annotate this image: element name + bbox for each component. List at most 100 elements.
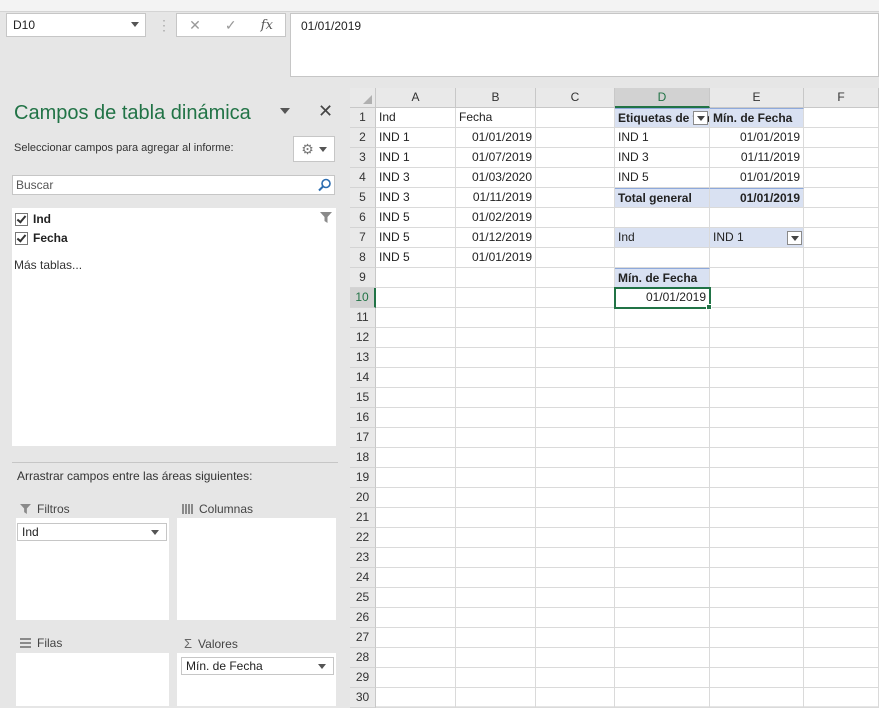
- grid-cell-a26[interactable]: [376, 608, 456, 628]
- row-header-10[interactable]: 10: [350, 288, 376, 308]
- row-header-5[interactable]: 5: [350, 188, 376, 208]
- grid-cell-d24[interactable]: [615, 568, 710, 588]
- grid-cell-d16[interactable]: [615, 408, 710, 428]
- row-header-12[interactable]: 12: [350, 328, 376, 348]
- row-header-22[interactable]: 22: [350, 528, 376, 548]
- grid-cell-f3[interactable]: [804, 148, 879, 168]
- values-item-min-fecha[interactable]: Mín. de Fecha: [181, 657, 334, 675]
- field-item-fecha[interactable]: Fecha: [15, 231, 68, 245]
- grid-cell-c24[interactable]: [536, 568, 615, 588]
- grid-cell-e12[interactable]: [710, 328, 804, 348]
- grid-cell-d21[interactable]: [615, 508, 710, 528]
- row-header-19[interactable]: 19: [350, 468, 376, 488]
- row-header-8[interactable]: 8: [350, 248, 376, 268]
- grid-cell-e9[interactable]: [710, 268, 804, 288]
- grid-cell-b29[interactable]: [456, 668, 536, 688]
- grid-cell-f29[interactable]: [804, 668, 879, 688]
- grid-cell-e18[interactable]: [710, 448, 804, 468]
- grid-cell-e24[interactable]: [710, 568, 804, 588]
- grid-cell-e6[interactable]: [710, 208, 804, 228]
- rows-area[interactable]: [16, 653, 169, 706]
- cell-a3[interactable]: IND 1: [376, 148, 456, 168]
- grid-cell-c26[interactable]: [536, 608, 615, 628]
- grid-cell-f21[interactable]: [804, 508, 879, 528]
- grid-cell-c30[interactable]: [536, 688, 615, 708]
- cell-b6[interactable]: 01/02/2019: [456, 208, 536, 228]
- grid-cell-a20[interactable]: [376, 488, 456, 508]
- grid-cell-e10[interactable]: [710, 288, 804, 308]
- grid-cell-b14[interactable]: [456, 368, 536, 388]
- filter-dropdown-icon[interactable]: [787, 231, 802, 245]
- grid-cell-e28[interactable]: [710, 648, 804, 668]
- row-header-4[interactable]: 4: [350, 168, 376, 188]
- grid-cell-f13[interactable]: [804, 348, 879, 368]
- grid-cell-b25[interactable]: [456, 588, 536, 608]
- cell-a5[interactable]: IND 3: [376, 188, 456, 208]
- grid-cell-d27[interactable]: [615, 628, 710, 648]
- row-header-13[interactable]: 13: [350, 348, 376, 368]
- grid-cell-e23[interactable]: [710, 548, 804, 568]
- grid-cell-f18[interactable]: [804, 448, 879, 468]
- column-header-d[interactable]: D: [615, 88, 710, 108]
- grid-cell-c1[interactable]: [536, 108, 615, 128]
- grid-cell-a15[interactable]: [376, 388, 456, 408]
- grid-cell-c3[interactable]: [536, 148, 615, 168]
- grid-cell-c14[interactable]: [536, 368, 615, 388]
- grid-cell-d22[interactable]: [615, 528, 710, 548]
- row-header-11[interactable]: 11: [350, 308, 376, 328]
- grid-cell-f5[interactable]: [804, 188, 879, 208]
- cell-a8[interactable]: IND 5: [376, 248, 456, 268]
- grid-cell-a23[interactable]: [376, 548, 456, 568]
- chevron-down-icon[interactable]: [693, 111, 708, 125]
- column-header-a[interactable]: A: [376, 88, 456, 108]
- drag-handle-icon[interactable]: ⋮: [157, 18, 171, 34]
- grid-cell-e29[interactable]: [710, 668, 804, 688]
- row-header-27[interactable]: 27: [350, 628, 376, 648]
- grid-cell-e20[interactable]: [710, 488, 804, 508]
- formula-input[interactable]: 01/01/2019: [290, 13, 879, 77]
- pivot-filter-field[interactable]: Ind: [615, 228, 710, 248]
- grid-cell-b26[interactable]: [456, 608, 536, 628]
- grid-cell-f4[interactable]: [804, 168, 879, 188]
- grid-cell-d14[interactable]: [615, 368, 710, 388]
- grid-cell-e27[interactable]: [710, 628, 804, 648]
- checkbox-checked[interactable]: [15, 212, 28, 226]
- grid-cell-a29[interactable]: [376, 668, 456, 688]
- grid-cell-f2[interactable]: [804, 128, 879, 148]
- search-input[interactable]: Buscar: [12, 175, 335, 195]
- pivot-row-value[interactable]: 01/11/2019: [710, 148, 804, 168]
- enter-icon[interactable]: ✓: [225, 17, 237, 34]
- grid-cell-d11[interactable]: [615, 308, 710, 328]
- pivot-value-header[interactable]: Mín. de Fecha: [710, 108, 804, 128]
- grid-cell-c9[interactable]: [536, 268, 615, 288]
- row-header-18[interactable]: 18: [350, 448, 376, 468]
- grid-cell-d18[interactable]: [615, 448, 710, 468]
- grid-cell-b22[interactable]: [456, 528, 536, 548]
- grid-cell-c20[interactable]: [536, 488, 615, 508]
- grid-cell-d23[interactable]: [615, 548, 710, 568]
- cancel-icon[interactable]: ✕: [189, 17, 201, 34]
- grid-cell-a16[interactable]: [376, 408, 456, 428]
- cell-a6[interactable]: IND 5: [376, 208, 456, 228]
- filters-item-ind[interactable]: Ind: [17, 523, 167, 541]
- row-header-1[interactable]: 1: [350, 108, 376, 128]
- grid-cell-c16[interactable]: [536, 408, 615, 428]
- grid-cell-f26[interactable]: [804, 608, 879, 628]
- tools-button[interactable]: ⚙: [293, 136, 335, 162]
- search-icon[interactable]: [318, 178, 332, 195]
- cell-b4[interactable]: 01/03/2020: [456, 168, 536, 188]
- grid-cell-f1[interactable]: [804, 108, 879, 128]
- grid-cell-b18[interactable]: [456, 448, 536, 468]
- grid-cell-f30[interactable]: [804, 688, 879, 708]
- grid-cell-f27[interactable]: [804, 628, 879, 648]
- grid-cell-c21[interactable]: [536, 508, 615, 528]
- grid-cell-d12[interactable]: [615, 328, 710, 348]
- cell-a1[interactable]: Ind: [376, 108, 456, 128]
- cell-b2[interactable]: 01/01/2019: [456, 128, 536, 148]
- grid-cell-f10[interactable]: [804, 288, 879, 308]
- grid-cell-d25[interactable]: [615, 588, 710, 608]
- pivot-row-label[interactable]: IND 3: [615, 148, 710, 168]
- grid-cell-e15[interactable]: [710, 388, 804, 408]
- grid-cell-d17[interactable]: [615, 428, 710, 448]
- column-header-b[interactable]: B: [456, 88, 536, 108]
